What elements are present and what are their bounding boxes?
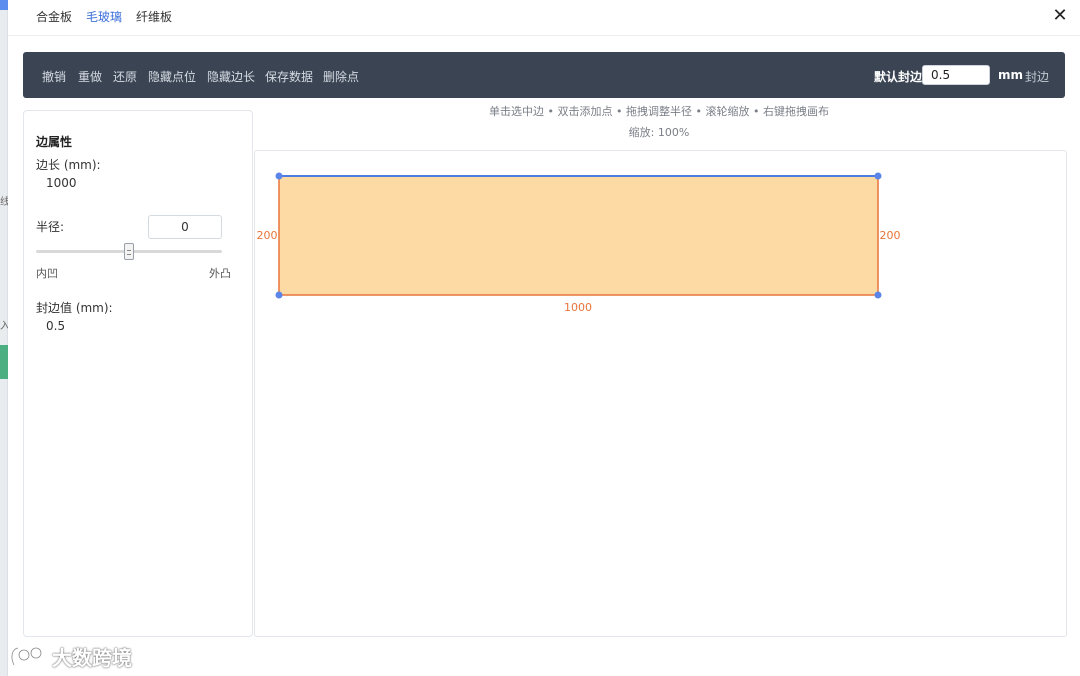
dimension-left: 200 bbox=[257, 229, 278, 242]
tab-frosted-glass[interactable]: 毛玻璃 bbox=[86, 8, 122, 25]
unit-label: mm bbox=[998, 68, 1024, 82]
default-edge-label: 默认封边: bbox=[874, 70, 927, 84]
zoom-indicator: 缩放: 100% bbox=[628, 126, 690, 139]
toolbar: 撤销 重做 还原 隐藏点位 隐藏边长 保存数据 删除点 默认封边: mm 封边 bbox=[23, 52, 1065, 98]
material-tabs: 合金板 毛玻璃 纤维板 ✕ bbox=[8, 0, 1080, 36]
shape-fill[interactable] bbox=[279, 176, 878, 295]
edge-seal-label: 封边值 (mm): bbox=[36, 301, 113, 315]
radius-label: 半径: bbox=[36, 220, 65, 234]
restore-button[interactable]: 还原 bbox=[113, 68, 137, 85]
edge-length-value: 1000 bbox=[46, 176, 77, 190]
radius-input[interactable] bbox=[148, 215, 222, 239]
tab-fiberboard[interactable]: 纤维板 bbox=[136, 8, 172, 25]
panel-title: 边属性 bbox=[36, 135, 73, 149]
radius-slider-handle[interactable] bbox=[124, 243, 134, 260]
hide-edge-length-button[interactable]: 隐藏边长 bbox=[207, 68, 255, 85]
watermark: 大数跨境 bbox=[8, 640, 132, 672]
dimension-bottom: 1000 bbox=[564, 301, 592, 314]
shape-editor-modal: 合金板 毛玻璃 纤维板 ✕ 撤销 重做 还原 隐藏点位 隐藏边长 保存数据 删除… bbox=[8, 0, 1080, 676]
edge-length-label: 边长 (mm): bbox=[36, 158, 101, 172]
vertex-point[interactable] bbox=[275, 291, 283, 299]
close-icon[interactable]: ✕ bbox=[1050, 6, 1070, 26]
vertex-point[interactable] bbox=[275, 172, 283, 180]
slider-max-label: 外凸 bbox=[209, 267, 231, 280]
default-edge-input[interactable] bbox=[922, 65, 990, 85]
edge-seal-value: 0.5 bbox=[46, 319, 66, 333]
delete-point-button[interactable]: 删除点 bbox=[323, 68, 359, 85]
background-accent bbox=[0, 345, 8, 379]
undo-button[interactable]: 撤销 bbox=[42, 68, 66, 85]
tab-alloy-board[interactable]: 合金板 bbox=[36, 8, 72, 25]
vertex-point[interactable] bbox=[874, 291, 882, 299]
background-accent bbox=[0, 0, 8, 10]
redo-button[interactable]: 重做 bbox=[78, 68, 102, 85]
dimension-right: 200 bbox=[880, 229, 901, 242]
background-page-strip: 线 入 bbox=[0, 0, 10, 676]
instructions-hint: 单击选中边 • 双击添加点 • 拖拽调整半径 • 滚轮缩放 • 右键拖拽画布 bbox=[489, 105, 829, 118]
edge-properties-panel: 边属性 边长 (mm): 1000 半径: 内凹 外凸 封边值 (mm): 0.… bbox=[23, 110, 253, 637]
watermark-logo-icon bbox=[10, 646, 43, 666]
drawing-canvas[interactable]: 200 200 1000 bbox=[254, 150, 1067, 637]
watermark-text: 大数跨境 bbox=[52, 645, 132, 670]
save-data-button[interactable]: 保存数据 bbox=[265, 68, 313, 85]
vertex-point[interactable] bbox=[874, 172, 882, 180]
hide-points-button[interactable]: 隐藏点位 bbox=[148, 68, 196, 85]
slider-min-label: 内凹 bbox=[36, 267, 58, 280]
shape-drawing[interactable]: 200 200 1000 bbox=[255, 151, 1068, 638]
apply-edge-button[interactable]: 封边 bbox=[1025, 68, 1049, 85]
